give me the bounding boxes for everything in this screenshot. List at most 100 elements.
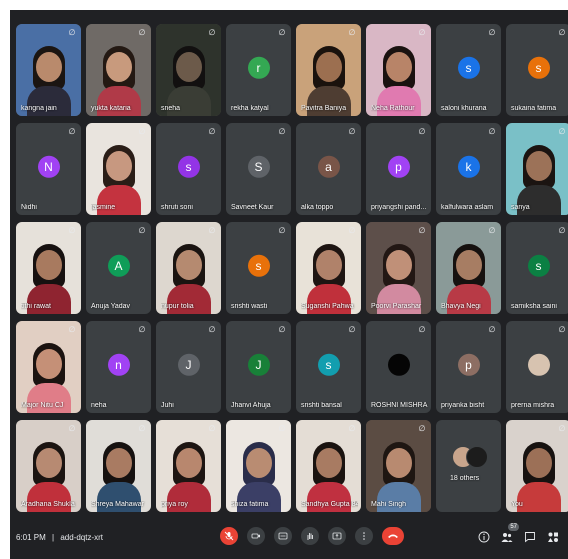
participant-name: yukta kataria [91,105,131,112]
mic-muted-icon: ∅ [348,28,356,37]
participant-tile[interactable]: ∅ Mahi Singh [366,420,431,512]
mic-muted-icon: ∅ [278,325,286,334]
participant-tile[interactable]: ∅ sanya [506,123,568,215]
participant-tile[interactable]: A ∅ Anuja Yadav [86,222,151,314]
people-icon [501,533,513,542]
clock-time: 6:01 PM [16,533,46,542]
mic-toggle-button[interactable] [220,527,238,545]
participant-tile[interactable]: J ∅ Juhi [156,321,221,413]
mic-muted-icon: ∅ [418,127,426,136]
participant-tile[interactable]: s ∅ saloni khurana [436,24,501,116]
hand-icon [307,533,313,540]
participant-name: ROSHNI MISHRA [371,402,428,409]
participant-tile[interactable]: s ∅ shruti soni [156,123,221,215]
figure-head [315,52,342,82]
participant-name: Anuja Yadav [91,303,131,310]
participant-avatar: s [317,353,340,376]
participant-avatar: s [527,56,550,79]
mic-muted-icon: ∅ [348,226,356,235]
participant-tile[interactable]: ∅ yukta kataria [86,24,151,116]
participant-avatar: p [457,353,480,376]
participant-tile[interactable]: ∅ Suganshi Pahwa [296,222,361,314]
participant-name: Nidhi [21,204,37,211]
participant-tile[interactable]: r ∅ rekha katyal [226,24,291,116]
participant-name: prerna mishra [511,402,555,409]
participant-tile[interactable]: ∅ Major Nitu CJ [16,321,81,413]
participant-tile[interactable]: ∅ You [506,420,568,512]
participant-tile[interactable]: J ∅ Jhanvi Ahuja [226,321,291,413]
participant-tile[interactable]: ∅ kangna jain [16,24,81,116]
participant-tile[interactable]: ∅ Pavitra Baniya [296,24,361,116]
camera-toggle-button[interactable] [247,527,265,545]
participant-tile[interactable]: p ∅ priyanka bisht [436,321,501,413]
participant-tile[interactable]: ∅ Aradhana Shukla [16,420,81,512]
chat-button[interactable] [523,531,537,545]
figure-head [245,448,272,478]
meeting-details-button[interactable] [477,531,491,545]
mic-muted-icon: ∅ [278,127,286,136]
raise-hand-button[interactable] [301,527,319,545]
participant-tile[interactable]: s ∅ srishti bansal [296,321,361,413]
participant-tile[interactable]: s ∅ samiksha saini [506,222,568,314]
participant-tile[interactable]: ∅ sneha [156,24,221,116]
participant-tile[interactable]: 18 others [436,420,501,512]
participant-name: jasmine [91,204,116,211]
participant-tile[interactable]: ∅ shiza fatima [226,420,291,512]
participant-tile[interactable]: k ∅ kalfulwara aslam [436,123,501,215]
participant-tile[interactable]: ∅ Neha Rathour [366,24,431,116]
participant-avatar [387,353,410,376]
participant-name: Pavitra Baniya [301,105,347,112]
participant-tile[interactable]: p ∅ priyangshi pand... [366,123,431,215]
figure-head [35,349,62,379]
present-screen-button[interactable] [328,527,346,545]
participant-tile[interactable]: ∅ Bhavya Negi [436,222,501,314]
participant-tile[interactable]: a ∅ alka toppo [296,123,361,215]
participant-tile[interactable]: N ∅ Nidhi [16,123,81,215]
activities-button[interactable] [546,531,560,545]
participant-tile[interactable]: ∅ Poorvi Parashar [366,222,431,314]
mic-muted-icon: ∅ [418,226,426,235]
people-button[interactable]: 57 [500,523,519,545]
figure-head [105,52,132,82]
figure-head [455,250,482,280]
participant-tile[interactable]: ∅ prerna mishra [506,321,568,413]
participant-tile[interactable]: ∅ priya roy [156,420,221,512]
hang-up-icon [388,534,398,538]
mic-muted-icon: ∅ [488,127,496,136]
figure-head [385,448,412,478]
activities-icon [548,532,558,542]
mic-muted-icon: ∅ [558,28,566,37]
mic-muted-icon: ∅ [208,424,216,433]
participant-tile[interactable]: s ∅ sukaina fatima [506,24,568,116]
info-icon [478,531,490,543]
participant-tile[interactable]: n ∅ neha [86,321,151,413]
mic-muted-icon: ∅ [138,424,146,433]
participant-avatar: S [247,155,270,178]
more-options-button[interactable] [355,527,373,545]
mic-muted-icon: ∅ [208,325,216,334]
participant-tile[interactable]: ∅ Sandhya Gupta 84 [296,420,361,512]
participant-tile[interactable]: ∅ jasmine [86,123,151,215]
participant-tile[interactable]: ∅ Shreya Mahawar [86,420,151,512]
figure-head [175,448,202,478]
participant-name: rekha katyal [231,105,269,112]
participant-tile[interactable]: S ∅ Savneet Kaur [226,123,291,215]
mic-muted-icon: ∅ [138,28,146,37]
participant-name: You [511,501,523,508]
participant-name: Sandhya Gupta 84 [301,501,358,508]
participant-tile[interactable]: s ∅ srishti wasti [226,222,291,314]
mic-muted-icon: ∅ [418,28,426,37]
mic-muted-icon: ∅ [138,226,146,235]
others-avatar-stack [452,446,488,468]
participant-tile[interactable]: ∅ nupur tolia [156,222,221,314]
mic-muted-icon: ∅ [68,28,76,37]
present-icon [332,532,342,540]
separator: | [52,533,55,542]
leave-call-button[interactable] [382,527,404,545]
participant-tile[interactable]: ∅ ROSHNI MISHRA [366,321,431,413]
mic-muted-icon: ∅ [348,325,356,334]
mic-muted-icon: ∅ [68,424,76,433]
captions-button[interactable] [274,527,292,545]
participant-avatar [527,353,550,376]
participant-tile[interactable]: ∅ tithi rawat [16,222,81,314]
